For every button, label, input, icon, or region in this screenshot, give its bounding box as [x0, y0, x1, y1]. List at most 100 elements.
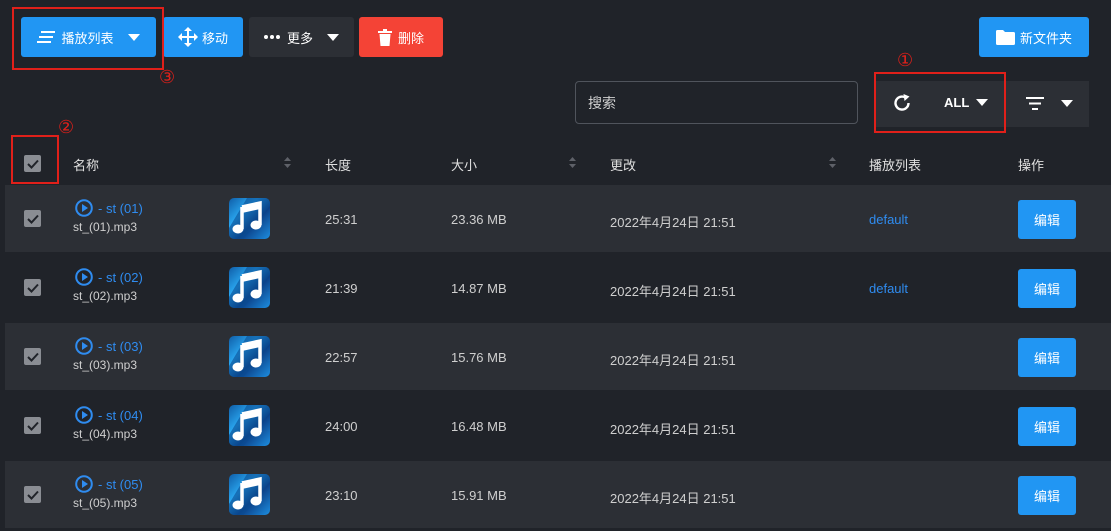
edit-button[interactable]: 编辑 [1018, 476, 1076, 515]
edit-button-label: 编辑 [1033, 489, 1060, 504]
track-title: - st (02) [98, 269, 143, 285]
edit-button[interactable]: 编辑 [1018, 200, 1076, 239]
track-filename: st_(01).mp3 [73, 220, 138, 234]
track-title: - st (04) [98, 407, 143, 423]
delete-button-label: 删除 [397, 30, 424, 46]
new-folder-button-label: 新文件夹 [1019, 30, 1072, 46]
search-input[interactable] [575, 81, 858, 124]
trash-icon [377, 28, 392, 46]
track-filename: st_(02).mp3 [73, 289, 138, 303]
play-circle-icon [75, 268, 93, 286]
track-size: 15.91 MB [451, 488, 507, 503]
checkbox-icon [26, 283, 39, 293]
checkbox-icon [26, 490, 39, 500]
track-thumbnail [229, 267, 270, 308]
column-header-modified[interactable]: 更改 [610, 155, 636, 174]
play-circle-icon [75, 475, 93, 493]
track-length: 23:10 [325, 488, 358, 503]
music-note-icon [229, 198, 270, 239]
track-thumbnail [229, 336, 270, 377]
track-title: - st (01) [98, 200, 143, 216]
edit-button[interactable]: 编辑 [1018, 338, 1076, 377]
track-length: 21:39 [325, 281, 358, 296]
table-row: - st (05) st_(05).mp3 23:10 15.91 MB 2022年4月… [5, 461, 1111, 528]
row-checkbox[interactable] [24, 417, 41, 434]
track-modified: 2022年4月24日 21:51 [610, 422, 736, 437]
track-size: 14.87 MB [451, 281, 507, 296]
edit-button-label: 编辑 [1033, 351, 1060, 366]
table-row: - st (03) st_(03).mp3 22:57 15.76 MB 2022年4月… [5, 323, 1111, 390]
column-header-size[interactable]: 大小 [451, 155, 477, 174]
track-size: 15.76 MB [451, 350, 507, 365]
edit-button-label: 编辑 [1033, 420, 1060, 435]
music-note-icon [229, 267, 270, 308]
more-button[interactable]: 更多 [249, 17, 354, 57]
folder-icon [995, 29, 1015, 45]
track-title: - st (03) [98, 338, 143, 354]
track-thumbnail [229, 474, 270, 515]
music-note-icon [229, 474, 270, 515]
track-playlist-link[interactable]: default [869, 281, 908, 296]
move-button[interactable]: 移动 [163, 17, 243, 57]
more-button-label: 更多 [286, 30, 313, 46]
track-title-link[interactable]: - st (05) [75, 475, 143, 493]
row-checkbox[interactable] [24, 210, 41, 227]
track-title-link[interactable]: - st (02) [75, 268, 143, 286]
caret-down-icon [1061, 100, 1073, 107]
checkbox-icon [26, 214, 39, 224]
more-dots-icon [263, 35, 280, 39]
row-checkbox[interactable] [24, 348, 41, 365]
filter-icon [1026, 97, 1044, 110]
play-circle-icon [75, 406, 93, 424]
track-playlist-link[interactable]: default [869, 212, 908, 227]
track-length: 22:57 [325, 350, 358, 365]
table-row: - st (04) st_(04).mp3 24:00 16.48 MB 2022年4月… [5, 392, 1111, 459]
track-thumbnail [229, 198, 270, 239]
caret-down-icon [976, 99, 989, 106]
select-all-checkbox[interactable] [24, 155, 41, 172]
track-filename: st_(04).mp3 [73, 427, 138, 441]
playlist-button-label: 播放列表 [61, 30, 114, 46]
type-filter-select[interactable]: ALL [944, 95, 989, 110]
column-header-playlist: 播放列表 [869, 158, 922, 173]
track-modified: 2022年4月24日 21:51 [610, 353, 736, 368]
column-header-length[interactable]: 长度 [325, 155, 351, 174]
track-title-link[interactable]: - st (01) [75, 199, 143, 217]
table-row: - st (02) st_(02).mp3 21:39 14.87 MB 2022年4月… [5, 254, 1111, 321]
edit-button-label: 编辑 [1033, 213, 1060, 228]
type-filter-value: ALL [944, 95, 970, 110]
track-thumbnail [229, 405, 270, 446]
table-row: - st (01) st_(01).mp3 25:31 23.36 MB 2022年4月… [5, 185, 1111, 252]
annotation-number-two: ② [58, 117, 75, 138]
caret-down-icon [327, 33, 339, 41]
track-size: 16.48 MB [451, 419, 507, 434]
column-header-name[interactable]: 名称 [73, 155, 99, 174]
sort-icon[interactable] [829, 157, 836, 168]
track-modified: 2022年4月24日 21:51 [610, 284, 736, 299]
track-title-link[interactable]: - st (04) [75, 406, 143, 424]
row-checkbox[interactable] [24, 279, 41, 296]
checkbox-icon [26, 352, 39, 362]
new-folder-button[interactable]: 新文件夹 [979, 17, 1089, 57]
edit-button-label: 编辑 [1033, 282, 1060, 297]
annotation-number-one: ① [897, 50, 914, 71]
checkbox-icon [26, 421, 39, 431]
sort-icon[interactable] [284, 157, 291, 168]
playlist-button[interactable]: 播放列表 [21, 17, 156, 57]
track-title-link[interactable]: - st (03) [75, 337, 143, 355]
track-length: 25:31 [325, 212, 358, 227]
refresh-icon[interactable] [892, 93, 912, 113]
play-circle-icon [75, 199, 93, 217]
track-filename: st_(03).mp3 [73, 358, 138, 372]
track-title: - st (05) [98, 476, 143, 492]
annotation-number-three: ③ [159, 67, 176, 88]
edit-button[interactable]: 编辑 [1018, 269, 1076, 308]
sort-icon[interactable] [569, 157, 576, 168]
row-checkbox[interactable] [24, 486, 41, 503]
sort-filter-button[interactable] [1006, 81, 1089, 127]
music-note-icon [229, 336, 270, 377]
delete-button[interactable]: 删除 [359, 17, 443, 57]
edit-button[interactable]: 编辑 [1018, 407, 1076, 446]
music-note-icon [229, 405, 270, 446]
lines-icon [37, 31, 56, 43]
